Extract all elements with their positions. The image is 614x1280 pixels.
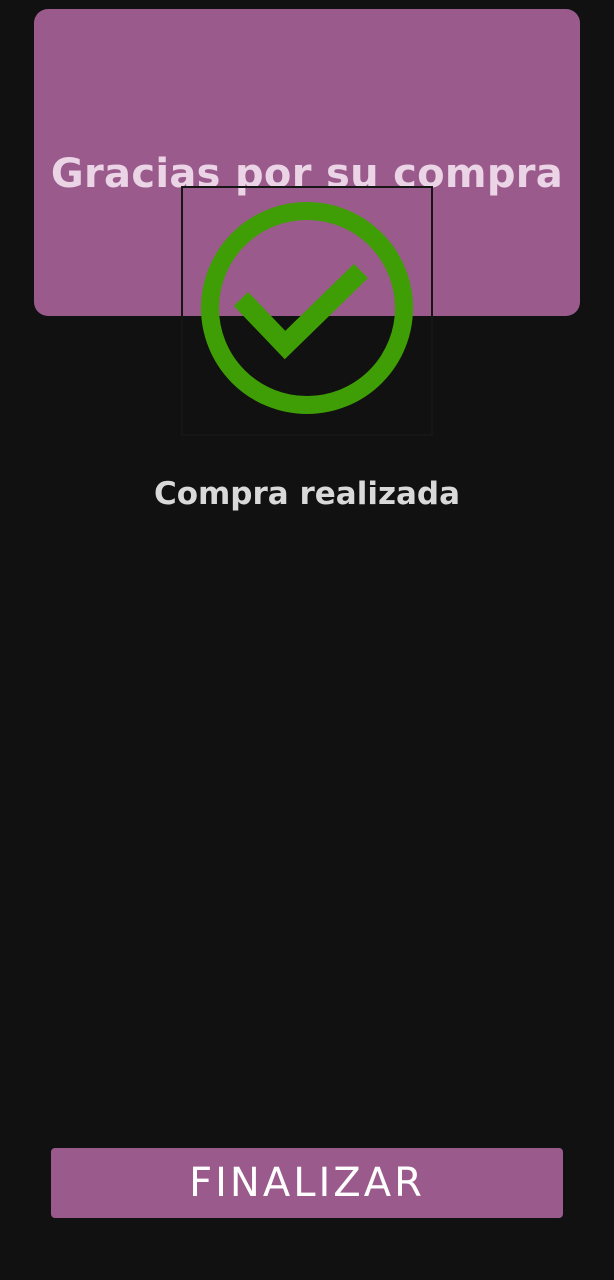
finalize-button[interactable]: FINALIZAR — [51, 1148, 563, 1218]
check-circle-icon — [201, 202, 413, 414]
status-message: Compra realizada — [153, 476, 461, 512]
